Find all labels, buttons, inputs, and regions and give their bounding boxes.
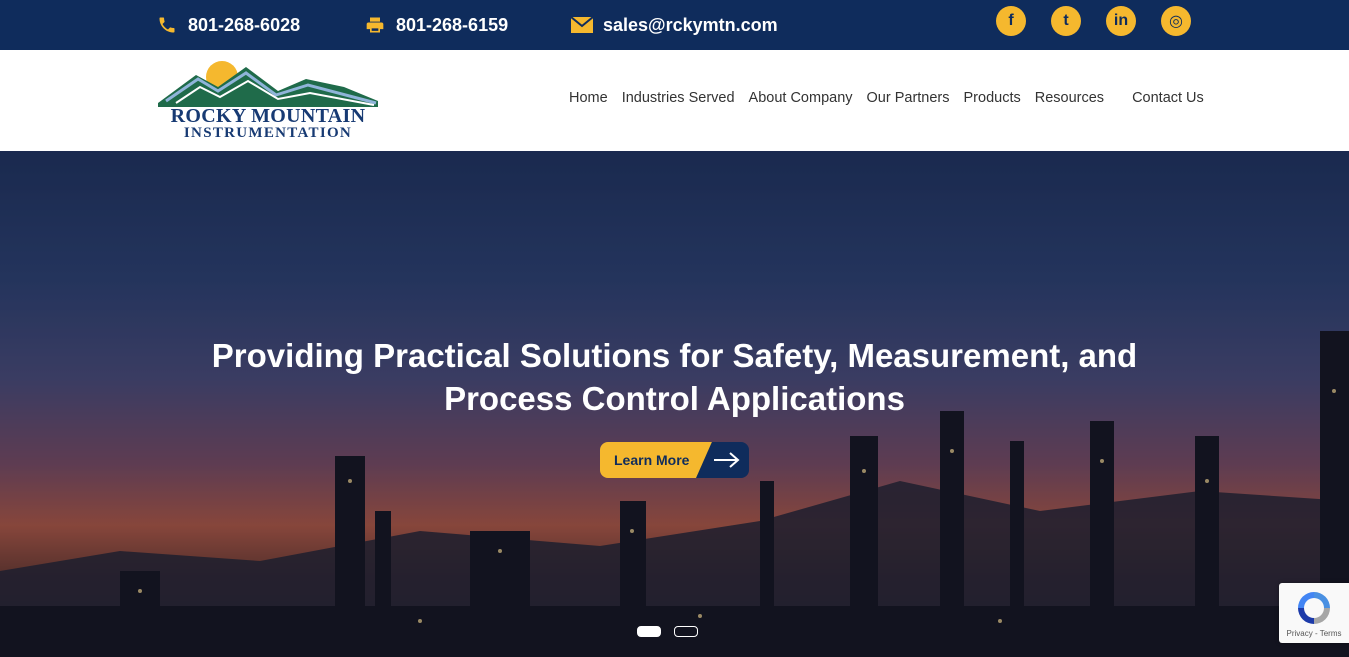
nav-contact-us[interactable]: Contact Us bbox=[1132, 90, 1204, 106]
nav-about-company[interactable]: About Company bbox=[749, 90, 853, 106]
envelope-icon bbox=[571, 14, 593, 36]
contact-bar: 801-268-6028 801-268-6159 sales@rckymtn.… bbox=[0, 0, 1349, 50]
site-header: ROCKY MOUNTAIN INSTRUMENTATION Home Indu… bbox=[0, 50, 1349, 151]
hero-title: Providing Practical Solutions for Safety… bbox=[0, 334, 1349, 420]
email-link[interactable]: sales@rckymtn.com bbox=[571, 0, 778, 50]
social-links: f t in ◎ bbox=[996, 6, 1191, 36]
fax-number: 801-268-6159 bbox=[396, 14, 509, 35]
nav-products[interactable]: Products bbox=[964, 90, 1021, 106]
slider-dot-1[interactable] bbox=[637, 626, 661, 637]
recaptcha-terms[interactable]: Privacy - Terms bbox=[1279, 629, 1349, 638]
instagram-icon[interactable]: ◎ bbox=[1161, 6, 1191, 36]
fax-link[interactable]: 801-268-6159 bbox=[364, 0, 508, 50]
printer-icon bbox=[364, 14, 386, 36]
recaptcha-badge[interactable]: Privacy - Terms bbox=[1279, 583, 1349, 643]
mountain-logo-icon bbox=[158, 61, 378, 107]
nav-industries-served[interactable]: Industries Served bbox=[622, 90, 735, 106]
phone-icon bbox=[156, 14, 178, 36]
main-nav: Home Industries Served About Company Our… bbox=[569, 90, 1204, 106]
tumblr-icon[interactable]: t bbox=[1051, 6, 1081, 36]
hero-title-line1: Providing Practical Solutions for Safety… bbox=[211, 337, 1138, 374]
email-address: sales@rckymtn.com bbox=[603, 14, 778, 35]
slider-dot-2[interactable] bbox=[674, 626, 698, 637]
arrow-right-icon bbox=[714, 452, 740, 468]
learn-more-button[interactable]: Learn More bbox=[600, 442, 749, 478]
phone-number: 801-268-6028 bbox=[188, 14, 301, 35]
recaptcha-icon bbox=[1298, 592, 1330, 624]
slider-dots bbox=[637, 626, 698, 637]
hero-title-line2: Process Control Applications bbox=[444, 380, 905, 417]
hero-slider: Providing Practical Solutions for Safety… bbox=[0, 151, 1349, 657]
nav-home[interactable]: Home bbox=[569, 90, 608, 106]
facebook-icon[interactable]: f bbox=[996, 6, 1026, 36]
logo[interactable]: ROCKY MOUNTAIN INSTRUMENTATION bbox=[156, 57, 380, 143]
nav-resources[interactable]: Resources bbox=[1035, 90, 1104, 106]
nav-our-partners[interactable]: Our Partners bbox=[867, 90, 950, 106]
learn-more-label: Learn More bbox=[614, 452, 690, 468]
phone-link[interactable]: 801-268-6028 bbox=[156, 0, 300, 50]
linkedin-icon[interactable]: in bbox=[1106, 6, 1136, 36]
logo-subtitle: INSTRUMENTATION bbox=[183, 125, 353, 141]
